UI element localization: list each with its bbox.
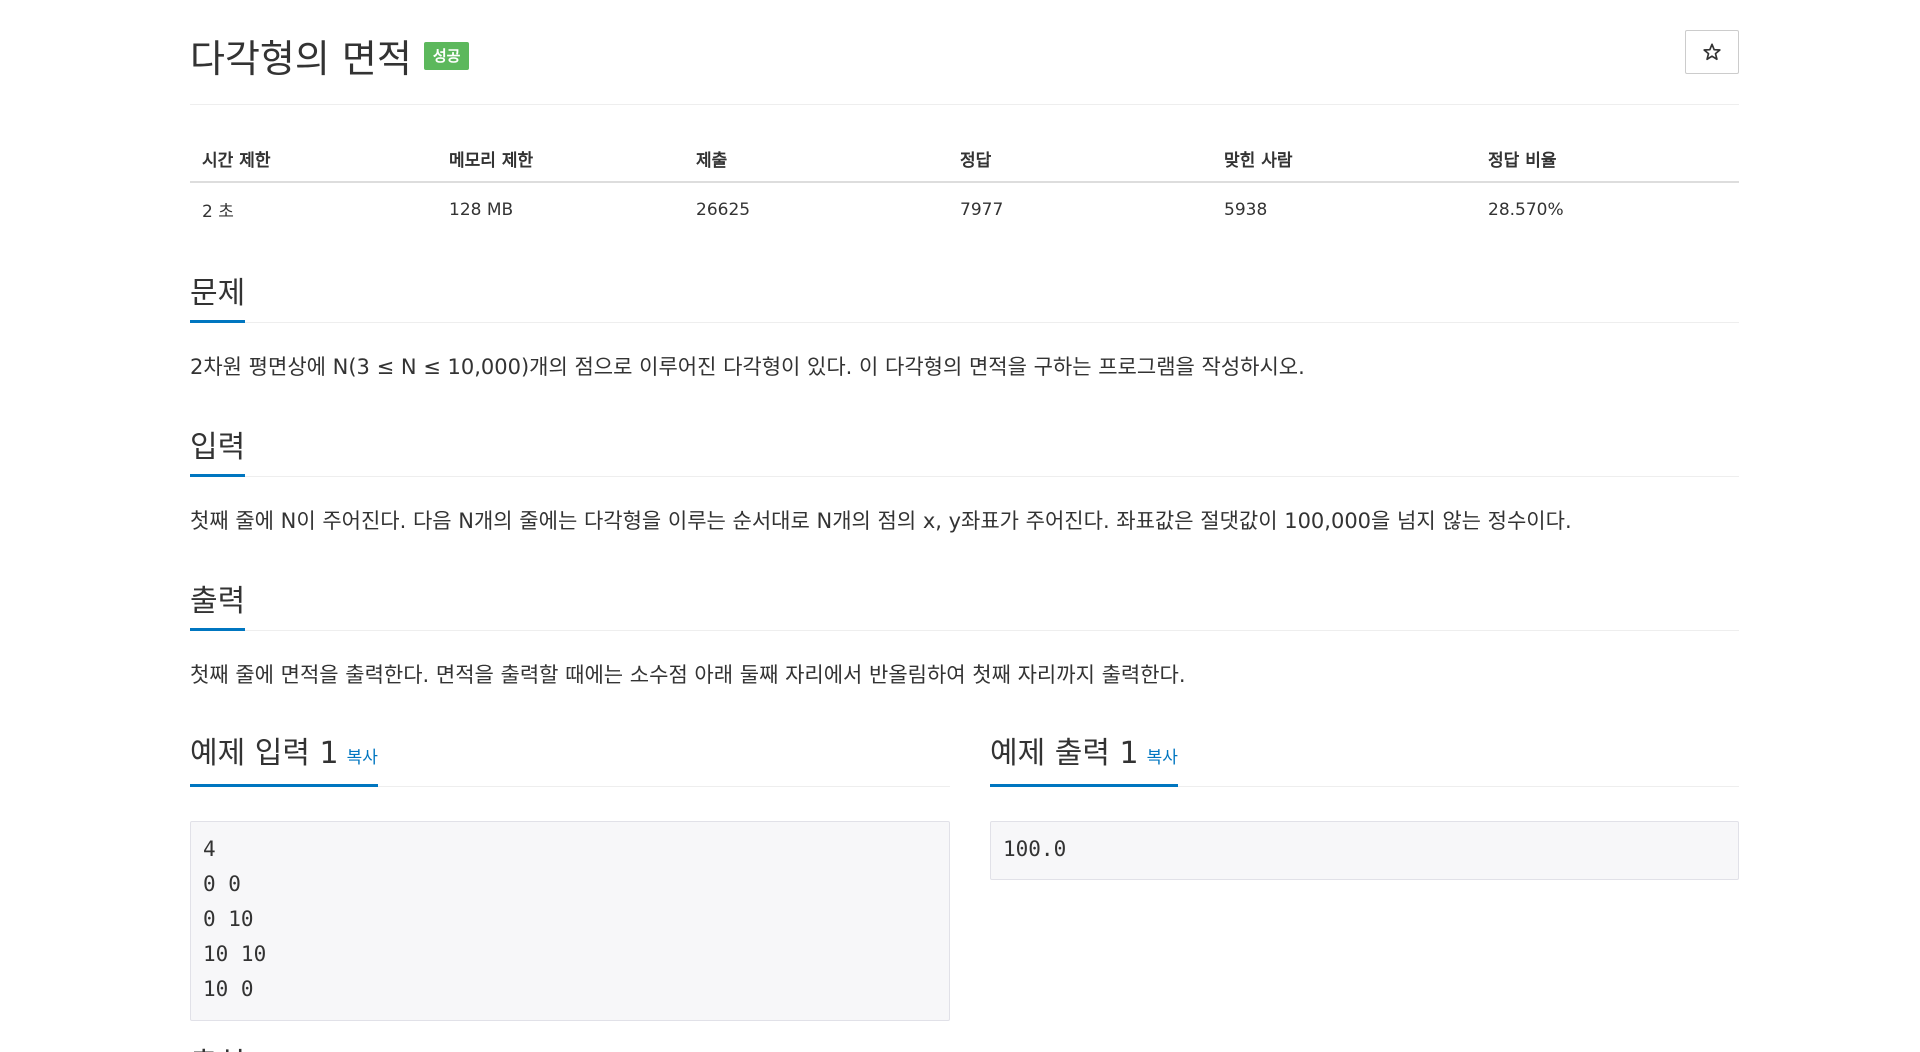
info-value-row: 2 초 128 MB 26625 7977 5938 28.570% — [190, 182, 1739, 236]
problem-title: 다각형의 면적 — [190, 37, 412, 81]
section-title-input: 입력 — [190, 430, 246, 477]
header-memory-limit: 메모리 제한 — [437, 136, 684, 183]
info-header-row: 시간 제한 메모리 제한 제출 정답 맞힌 사람 정답 비율 — [190, 136, 1739, 183]
value-solved-users: 5938 — [1224, 199, 1268, 220]
sample-input-section: 예제 입력 1 복사 4 0 0 0 10 10 10 10 0 — [190, 736, 950, 1021]
page-title: 다각형의 면적 성공 — [190, 28, 470, 83]
output-section: 출력 첫째 줄에 면적을 출력한다. 면적을 출력할 때에는 소수점 아래 둘째… — [190, 580, 1739, 691]
value-submissions: 26625 — [696, 199, 751, 220]
section-title-output: 출력 — [190, 584, 246, 631]
problem-description-section: 문제 2차원 평면상에 N(3 ≤ N ≤ 10,000)개의 점으로 이루어진… — [190, 272, 1739, 383]
problem-description-text: 2차원 평면상에 N(3 ≤ N ≤ 10,000)개의 점으로 이루어진 다각… — [190, 355, 1305, 379]
sample-output-section: 예제 출력 1 복사 100.0 — [990, 736, 1739, 880]
input-description-text: 첫째 줄에 N이 주어진다. 다음 N개의 줄에는 다각형을 이루는 순서대로 … — [190, 509, 1572, 533]
sample-input-heading: 예제 입력 1 — [190, 736, 339, 771]
section-header: 입력 — [190, 426, 1739, 477]
section-title-sample-output: 예제 출력 1 복사 — [990, 736, 1178, 787]
header-submissions: 제출 — [684, 136, 948, 183]
section-header: 출처 — [190, 1040, 1739, 1052]
status-badge: 성공 — [423, 41, 470, 70]
value-memory-limit: 128 MB — [449, 199, 514, 220]
problem-info-table: 시간 제한 메모리 제한 제출 정답 맞힌 사람 정답 비율 2 초 128 M… — [190, 136, 1739, 236]
output-description-text: 첫째 줄에 면적을 출력한다. 면적을 출력할 때에는 소수점 아래 둘째 자리… — [190, 663, 1186, 687]
sample-output-line: 100.0 — [1003, 837, 1067, 861]
header-accepted: 정답 — [948, 136, 1212, 183]
favorite-button[interactable] — [1685, 30, 1739, 74]
problem-header: 다각형의 면적 성공 — [190, 0, 1739, 105]
section-header: 출력 — [190, 580, 1739, 631]
problem-page: 다각형의 면적 성공 시간 제한 메모리 제한 제출 정답 맞힌 사람 정답 비율 — [0, 0, 1920, 1052]
header-accept-ratio: 정답 비율 — [1476, 136, 1739, 183]
sample-input-box[interactable]: 4 0 0 0 10 10 10 10 0 — [190, 821, 950, 1021]
section-header: 문제 — [190, 272, 1739, 323]
sample-output-box[interactable]: 100.0 — [990, 821, 1739, 880]
sample-input-line: 0 10 — [203, 907, 254, 931]
header-time-limit: 시간 제한 — [190, 136, 437, 183]
section-title-sample-input: 예제 입력 1 복사 — [190, 736, 378, 787]
value-time-limit: 2 초 — [202, 202, 234, 222]
sample-input-line: 4 — [203, 837, 216, 861]
value-accepted: 7977 — [960, 199, 1004, 220]
sample-output-heading: 예제 출력 1 — [990, 736, 1139, 771]
section-title-source: 출처 — [190, 1047, 245, 1052]
sample-input-line: 10 10 — [203, 942, 267, 966]
copy-sample-input-link[interactable]: 복사 — [347, 748, 378, 768]
sample-input-line: 10 0 — [203, 977, 254, 1001]
star-icon — [1703, 43, 1721, 61]
section-title-problem: 문제 — [190, 276, 246, 323]
input-section: 입력 첫째 줄에 N이 주어진다. 다음 N개의 줄에는 다각형을 이루는 순서… — [190, 426, 1739, 537]
header-solved-users: 맞힌 사람 — [1212, 136, 1476, 183]
copy-sample-output-link[interactable]: 복사 — [1147, 748, 1178, 768]
section-header: 예제 입력 1 복사 — [190, 736, 950, 787]
problem-container: 다각형의 면적 성공 시간 제한 메모리 제한 제출 정답 맞힌 사람 정답 비율 — [190, 0, 1739, 1052]
value-accept-ratio: 28.570% — [1488, 199, 1564, 220]
source-section: 출처 — [190, 1040, 1739, 1052]
section-header: 예제 출력 1 복사 — [990, 736, 1739, 787]
sample-input-line: 0 0 — [203, 872, 241, 896]
